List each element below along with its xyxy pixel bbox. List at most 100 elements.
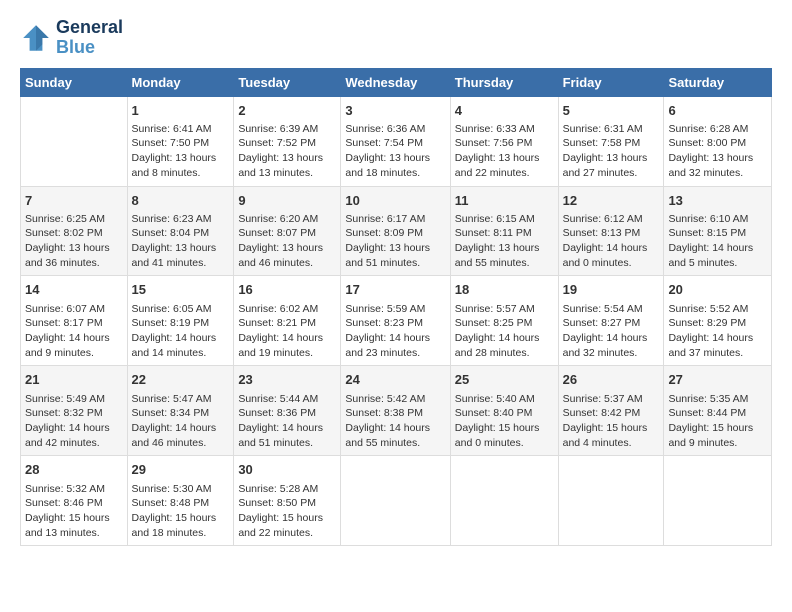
sunrise: Sunrise: 6:07 AM <box>25 302 123 317</box>
day-number: 23 <box>238 371 336 389</box>
sunset: Sunset: 8:42 PM <box>563 406 660 421</box>
sunset: Sunset: 8:46 PM <box>25 496 123 511</box>
daylight: Daylight: 14 hours and 5 minutes. <box>668 241 767 270</box>
day-number: 24 <box>345 371 445 389</box>
week-row-3: 14 Sunrise: 6:07 AMSunset: 8:17 PM Dayligh… <box>21 276 772 366</box>
daylight: Daylight: 15 hours and 0 minutes. <box>455 421 554 450</box>
daylight: Daylight: 13 hours and 51 minutes. <box>345 241 445 270</box>
sunset: Sunset: 7:58 PM <box>563 136 660 151</box>
sunset: Sunset: 8:29 PM <box>668 316 767 331</box>
col-header-tuesday: Tuesday <box>234 68 341 96</box>
day-number: 14 <box>25 281 123 299</box>
sunrise: Sunrise: 5:37 AM <box>563 392 660 407</box>
sunset: Sunset: 8:44 PM <box>668 406 767 421</box>
sunrise: Sunrise: 6:12 AM <box>563 212 660 227</box>
daylight: Daylight: 13 hours and 18 minutes. <box>345 151 445 180</box>
col-header-wednesday: Wednesday <box>341 68 450 96</box>
sunset: Sunset: 8:13 PM <box>563 226 660 241</box>
daylight: Daylight: 13 hours and 32 minutes. <box>668 151 767 180</box>
daylight: Daylight: 13 hours and 27 minutes. <box>563 151 660 180</box>
daylight: Daylight: 15 hours and 22 minutes. <box>238 511 336 540</box>
daylight: Daylight: 13 hours and 22 minutes. <box>455 151 554 180</box>
col-header-thursday: Thursday <box>450 68 558 96</box>
daylight: Daylight: 14 hours and 0 minutes. <box>563 241 660 270</box>
sunset: Sunset: 8:15 PM <box>668 226 767 241</box>
sunrise: Sunrise: 5:32 AM <box>25 482 123 497</box>
day-number: 18 <box>455 281 554 299</box>
day-cell: 16Sunrise: 6:02 AMSunset: 8:21 PMDayligh… <box>234 276 341 366</box>
logo-icon <box>20 22 52 54</box>
day-number: 6 <box>668 102 767 120</box>
day-number: 29 <box>132 461 230 479</box>
daylight: Daylight: 14 hours and 32 minutes. <box>563 331 660 360</box>
day-number: 7 <box>25 192 123 210</box>
day-cell <box>341 456 450 546</box>
sunrise: Sunrise: 6:02 AM <box>238 302 336 317</box>
daylight: Daylight: 15 hours and 9 minutes. <box>668 421 767 450</box>
daylight: Daylight: 13 hours and 41 minutes. <box>132 241 230 270</box>
daylight: Daylight: 14 hours and 55 minutes. <box>345 421 445 450</box>
sunrise: Sunrise: 6:23 AM <box>132 212 230 227</box>
sunrise: Sunrise: 6:15 AM <box>455 212 554 227</box>
day-cell: 26Sunrise: 5:37 AMSunset: 8:42 PMDayligh… <box>558 366 664 456</box>
day-cell: 17Sunrise: 5:59 AMSunset: 8:23 PMDayligh… <box>341 276 450 366</box>
daylight: Daylight: 13 hours and 13 minutes. <box>238 151 336 180</box>
sunrise: Sunrise: 5:40 AM <box>455 392 554 407</box>
day-cell: 5 Sunrise: 6:31 AMSunset: 7:58 PMDaylight… <box>558 96 664 186</box>
sunrise: Sunrise: 6:33 AM <box>455 122 554 137</box>
sunset: Sunset: 8:00 PM <box>668 136 767 151</box>
day-number: 10 <box>345 192 445 210</box>
sunset: Sunset: 7:56 PM <box>455 136 554 151</box>
logo-text: General Blue <box>56 18 123 58</box>
day-cell: 22Sunrise: 5:47 AMSunset: 8:34 PMDayligh… <box>127 366 234 456</box>
sunrise: Sunrise: 6:31 AM <box>563 122 660 137</box>
sunset: Sunset: 8:09 PM <box>345 226 445 241</box>
day-cell: 11Sunrise: 6:15 AMSunset: 8:11 PMDayligh… <box>450 186 558 276</box>
day-number: 2 <box>238 102 336 120</box>
sunrise: Sunrise: 5:42 AM <box>345 392 445 407</box>
sunset: Sunset: 8:02 PM <box>25 226 123 241</box>
sunset: Sunset: 8:27 PM <box>563 316 660 331</box>
sunrise: Sunrise: 6:25 AM <box>25 212 123 227</box>
day-number: 9 <box>238 192 336 210</box>
sunset: Sunset: 8:38 PM <box>345 406 445 421</box>
day-cell <box>450 456 558 546</box>
sunset: Sunset: 7:50 PM <box>132 136 230 151</box>
sunrise: Sunrise: 5:59 AM <box>345 302 445 317</box>
col-header-monday: Monday <box>127 68 234 96</box>
day-cell: 18Sunrise: 5:57 AMSunset: 8:25 PMDayligh… <box>450 276 558 366</box>
day-cell: 27Sunrise: 5:35 AMSunset: 8:44 PMDayligh… <box>664 366 772 456</box>
daylight: Daylight: 14 hours and 51 minutes. <box>238 421 336 450</box>
sunrise: Sunrise: 5:30 AM <box>132 482 230 497</box>
daylight: Daylight: 15 hours and 18 minutes. <box>132 511 230 540</box>
sunset: Sunset: 8:40 PM <box>455 406 554 421</box>
daylight: Daylight: 13 hours and 8 minutes. <box>132 151 230 180</box>
daylight: Daylight: 14 hours and 14 minutes. <box>132 331 230 360</box>
day-cell: 24 Sunrise: 5:42 AMSunset: 8:38 PMDayligh… <box>341 366 450 456</box>
sunset: Sunset: 7:52 PM <box>238 136 336 151</box>
daylight: Daylight: 14 hours and 28 minutes. <box>455 331 554 360</box>
daylight: Daylight: 14 hours and 19 minutes. <box>238 331 336 360</box>
day-number: 21 <box>25 371 123 389</box>
daylight: Daylight: 13 hours and 55 minutes. <box>455 241 554 270</box>
day-cell: 25Sunrise: 5:40 AMSunset: 8:40 PMDayligh… <box>450 366 558 456</box>
sunrise: Sunrise: 6:36 AM <box>345 122 445 137</box>
sunrise: Sunrise: 6:20 AM <box>238 212 336 227</box>
sunset: Sunset: 8:19 PM <box>132 316 230 331</box>
day-number: 5 <box>563 102 660 120</box>
day-cell: 28Sunrise: 5:32 AMSunset: 8:46 PMDayligh… <box>21 456 128 546</box>
day-number: 8 <box>132 192 230 210</box>
day-cell: 3Sunrise: 6:36 AMSunset: 7:54 PMDaylight… <box>341 96 450 186</box>
sunset: Sunset: 8:17 PM <box>25 316 123 331</box>
sunset: Sunset: 8:04 PM <box>132 226 230 241</box>
day-number: 30 <box>238 461 336 479</box>
day-number: 16 <box>238 281 336 299</box>
sunrise: Sunrise: 6:10 AM <box>668 212 767 227</box>
day-number: 12 <box>563 192 660 210</box>
day-cell <box>21 96 128 186</box>
daylight: Daylight: 14 hours and 46 minutes. <box>132 421 230 450</box>
day-cell: 8 Sunrise: 6:23 AMSunset: 8:04 PMDaylight… <box>127 186 234 276</box>
daylight: Daylight: 14 hours and 23 minutes. <box>345 331 445 360</box>
sunset: Sunset: 8:07 PM <box>238 226 336 241</box>
col-header-friday: Friday <box>558 68 664 96</box>
